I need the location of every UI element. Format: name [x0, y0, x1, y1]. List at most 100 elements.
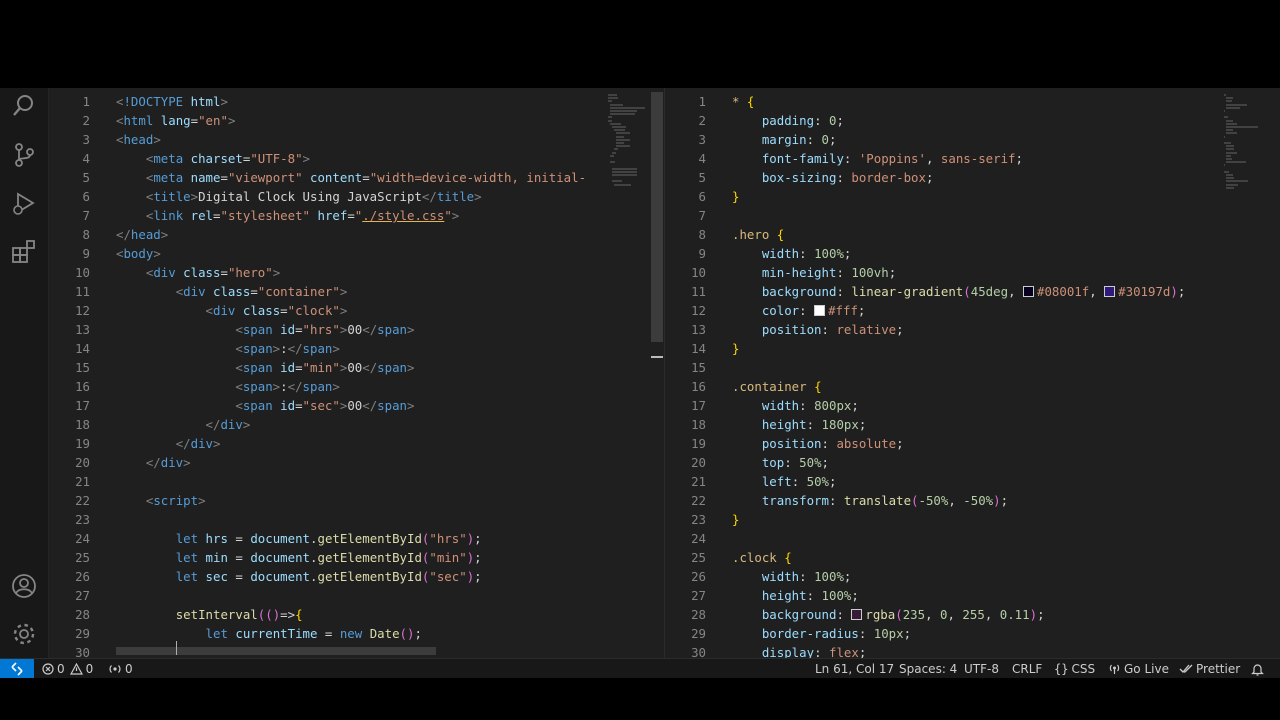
css-code-line[interactable]: 15	[665, 358, 1280, 377]
css-code-line[interactable]: 4 font-family: 'Poppins', sans-serif;	[665, 149, 1280, 168]
html-code-line[interactable]: 1 <!DOCTYPE html>	[49, 92, 664, 111]
line-number: 7	[698, 208, 706, 223]
html-vertical-scrollbar[interactable]	[651, 92, 663, 342]
css-code-line[interactable]: 19 position: absolute;	[665, 434, 1280, 453]
css-code-line[interactable]: 1 * {	[665, 92, 1280, 111]
css-code-line[interactable]: 22 transform: translate(-50%, -50%);	[665, 491, 1280, 510]
css-code-line[interactable]: 21 left: 50%;	[665, 472, 1280, 491]
minimap-line	[612, 167, 637, 170]
color-swatch[interactable]	[1023, 286, 1034, 297]
css-code-line[interactable]: 24	[665, 529, 1280, 548]
html-code-line[interactable]: 6 <title>Digital Clock Using JavaScript<…	[49, 187, 664, 206]
encoding-setting[interactable]: UTF-8	[964, 659, 999, 679]
css-code-line[interactable]: 20 top: 50%;	[665, 453, 1280, 472]
search-icon[interactable]	[10, 92, 38, 120]
code-text: margin: 0;	[761, 132, 837, 147]
css-code-line[interactable]: 25 .clock {	[665, 548, 1280, 567]
bell-icon	[1251, 663, 1264, 676]
css-code-line[interactable]: 18 height: 180px;	[665, 415, 1280, 434]
css-code-line[interactable]: 6}	[665, 187, 1280, 206]
minimap-line	[612, 151, 616, 154]
html-code-line[interactable]: 14 <span>:</span>	[49, 339, 664, 358]
html-code-line[interactable]: 13 <span id="hrs">00</span>	[49, 320, 664, 339]
html-code-line[interactable]: 10 <div class="hero">	[49, 263, 664, 282]
color-swatch[interactable]	[851, 609, 863, 620]
css-code-line[interactable]: 16 .container {	[665, 377, 1280, 396]
html-code-line[interactable]: 4 <meta charset="UTF-8">	[49, 149, 664, 168]
css-code-line[interactable]: 3 margin: 0;	[665, 130, 1280, 149]
html-code-line[interactable]: 25 let min = document.getElementById("mi…	[49, 548, 664, 567]
css-code-line[interactable]: 9 width: 100%;	[665, 244, 1280, 263]
html-code-line[interactable]: 28 setInterval(()=>{	[49, 605, 664, 624]
prettier-button[interactable]: Prettier	[1179, 659, 1240, 679]
css-editor[interactable]: 1 * {2 padding: 0; 3 margin: 0; 4 font-fami…	[665, 88, 1280, 658]
html-code-line[interactable]: 12 <div class="clock">	[49, 301, 664, 320]
notifications-button[interactable]	[1251, 659, 1264, 679]
css-code-line[interactable]: 5 box-sizing: border-box;	[665, 168, 1280, 187]
extensions-icon[interactable]	[10, 238, 38, 266]
css-code-line[interactable]: 8 .hero {	[665, 225, 1280, 244]
minimap-line	[608, 94, 617, 96]
css-code-line[interactable]: 27 height: 100%;	[665, 586, 1280, 605]
html-code-line[interactable]: 16 <span>:</span>	[49, 377, 664, 396]
html-horizontal-scrollbar[interactable]	[116, 647, 436, 655]
css-code-line[interactable]: 17 width: 800px;	[665, 396, 1280, 415]
html-code-line[interactable]: 9 <body>	[49, 244, 664, 263]
html-code-line[interactable]: 20 </div>	[49, 453, 664, 472]
css-code-line[interactable]: 12 color: #fff;	[665, 301, 1280, 320]
html-code-line[interactable]: 27	[49, 586, 664, 605]
css-code-line[interactable]: 23}	[665, 510, 1280, 529]
html-minimap[interactable]	[604, 88, 650, 658]
html-code-line[interactable]: 3 <head>	[49, 130, 664, 149]
status-bar: 0 0 0 Ln 61, Col 17 Spaces: 4 UTF-8 CRLF…	[0, 658, 1280, 679]
html-code-line[interactable]: 19 </div>	[49, 434, 664, 453]
remote-indicator-button[interactable]	[0, 659, 34, 679]
html-code-line[interactable]: 17 <span id="sec">00</span>	[49, 396, 664, 415]
css-code-line[interactable]: 10 min-height: 100vh;	[665, 263, 1280, 282]
html-code-line[interactable]: 15 <span id="min">00</span>	[49, 358, 664, 377]
color-swatch[interactable]	[1104, 286, 1116, 297]
css-code-line[interactable]: 14}	[665, 339, 1280, 358]
ports-indicator[interactable]: 0	[108, 659, 133, 679]
eol-setting[interactable]: CRLF	[1012, 659, 1042, 679]
html-code-line[interactable]: 8 </head>	[49, 225, 664, 244]
html-code-line[interactable]: 21	[49, 472, 664, 491]
problems-indicator[interactable]: 0 0	[42, 659, 93, 679]
css-code-line[interactable]: 11 background: linear-gradient(45deg, #0…	[665, 282, 1280, 301]
html-editor[interactable]: 1 <!DOCTYPE html> 2 <html lang="en"> 3 <head>…	[49, 88, 665, 658]
settings-gear-icon[interactable]	[10, 620, 38, 648]
html-code-line[interactable]: 18 </div>	[49, 415, 664, 434]
html-code-line[interactable]: 2 <html lang="en">	[49, 111, 664, 130]
css-code-line[interactable]: 30 display: flex;	[665, 643, 1280, 658]
html-code-line[interactable]: 22 <script>	[49, 491, 664, 510]
css-code-line[interactable]: 13 position: relative;	[665, 320, 1280, 339]
account-icon[interactable]	[10, 572, 38, 600]
css-code-line[interactable]: 26 width: 100%;	[665, 567, 1280, 586]
html-code-line[interactable]: 29 let currentTime = new Date();	[49, 624, 664, 643]
language-mode[interactable]: {} CSS	[1054, 659, 1095, 679]
run-debug-icon[interactable]	[10, 190, 38, 218]
go-live-button[interactable]: Go Live	[1108, 659, 1169, 679]
css-code-line[interactable]: 2 padding: 0;	[665, 111, 1280, 130]
line-number: 21	[691, 474, 706, 489]
code-text: * {	[732, 94, 755, 109]
html-code-line[interactable]: 24 let hrs = document.getElementById("hr…	[49, 529, 664, 548]
css-code-line[interactable]: 28 background: rgba(235, 0, 255, 0.11);	[665, 605, 1280, 624]
indentation-setting[interactable]: Spaces: 4	[899, 659, 957, 679]
html-code-line[interactable]: 7 <link rel="stylesheet" href="./style.c…	[49, 206, 664, 225]
line-number: 11	[75, 284, 90, 299]
css-minimap[interactable]	[1220, 88, 1266, 658]
html-code-line[interactable]: 5 <meta name="viewport" content="width=d…	[49, 168, 664, 187]
source-control-icon[interactable]	[10, 141, 38, 169]
line-number: 26	[691, 569, 706, 584]
cursor-position[interactable]: Ln 61, Col 17	[815, 659, 894, 679]
css-code-line[interactable]: 7	[665, 206, 1280, 225]
css-code-line[interactable]: 29 border-radius: 10px;	[665, 624, 1280, 643]
html-code-line[interactable]: 23	[49, 510, 664, 529]
minimap-line	[1224, 110, 1225, 112]
code-text: </div>	[145, 455, 191, 470]
html-code-line[interactable]: 11 <div class="container">	[49, 282, 664, 301]
line-number: 10	[75, 265, 90, 280]
html-code-line[interactable]: 26 let sec = document.getElementById("se…	[49, 567, 664, 586]
color-swatch[interactable]	[814, 305, 826, 316]
